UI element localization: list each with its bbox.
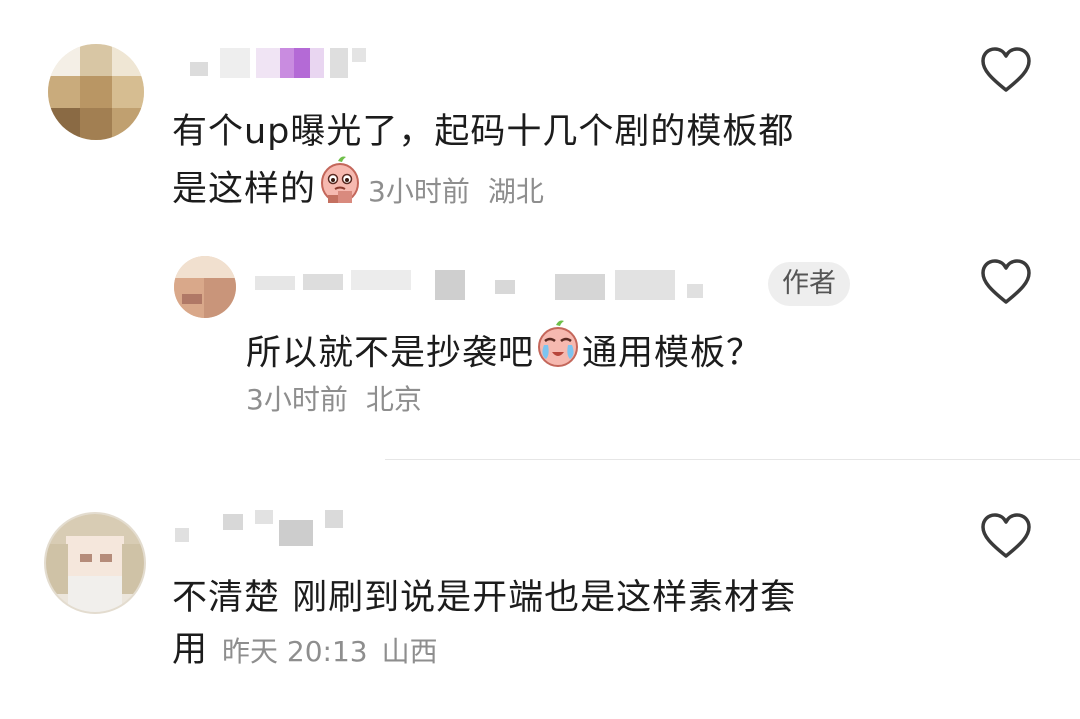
- comment-3: 不清楚 刚刷到说是开端也是这样素材套 用昨天 20:13 山西: [0, 460, 1080, 719]
- comment-time: 昨天 20:13: [222, 635, 368, 668]
- comment-time: 3小时前: [368, 174, 470, 208]
- heart-outline-icon[interactable]: [979, 258, 1033, 306]
- comment-location: 北京: [365, 383, 422, 416]
- comment-meta: 3小时前 北京: [246, 380, 422, 420]
- username-redacted[interactable]: [175, 510, 375, 546]
- comment-text-part: 用: [172, 630, 209, 670]
- comment-text: 有个up曝光了，起码十几个剧的模板都 是这样的 3小时前 湖北: [172, 106, 932, 223]
- comment-text-line: 不清楚 刚刷到说是开端也是这样素材套: [172, 578, 797, 618]
- comment-text-part: 是这样的: [172, 169, 317, 210]
- comment-text-part: 所以就不是抄袭吧: [246, 333, 535, 374]
- heart-outline-icon[interactable]: [979, 46, 1033, 94]
- username-redacted[interactable]: [255, 270, 725, 300]
- crying-emoji-icon: [534, 319, 582, 384]
- comment-text: 不清楚 刚刷到说是开端也是这样素材套 用昨天 20:13 山西: [172, 572, 952, 678]
- comment-reply: 作者 所以就不是抄袭吧 通用模板？ 3小时前 北京: [0, 230, 1080, 460]
- thinking-emoji-icon: [316, 155, 364, 220]
- comment-text-line: 是这样的 3小时前 湖北: [172, 155, 932, 223]
- avatar[interactable]: [174, 256, 236, 318]
- comment-1: 有个up曝光了，起码十几个剧的模板都 是这样的 3小时前 湖北: [0, 0, 1080, 230]
- comment-text-line: 用昨天 20:13 山西: [172, 624, 952, 678]
- username-redacted[interactable]: [190, 48, 370, 78]
- comment-text-line: 有个up曝光了，起码十几个剧的模板都: [172, 112, 795, 152]
- comment-location: 山西: [381, 635, 438, 668]
- author-badge: 作者: [768, 262, 850, 306]
- comment-text-part: 通用模板？: [582, 333, 763, 374]
- comment-text: 所以就不是抄袭吧 通用模板？: [246, 319, 946, 387]
- avatar[interactable]: [44, 512, 146, 614]
- heart-outline-icon[interactable]: [979, 512, 1033, 560]
- avatar[interactable]: [48, 44, 144, 140]
- comment-time: 3小时前: [246, 383, 348, 416]
- comment-location: 湖北: [487, 174, 544, 208]
